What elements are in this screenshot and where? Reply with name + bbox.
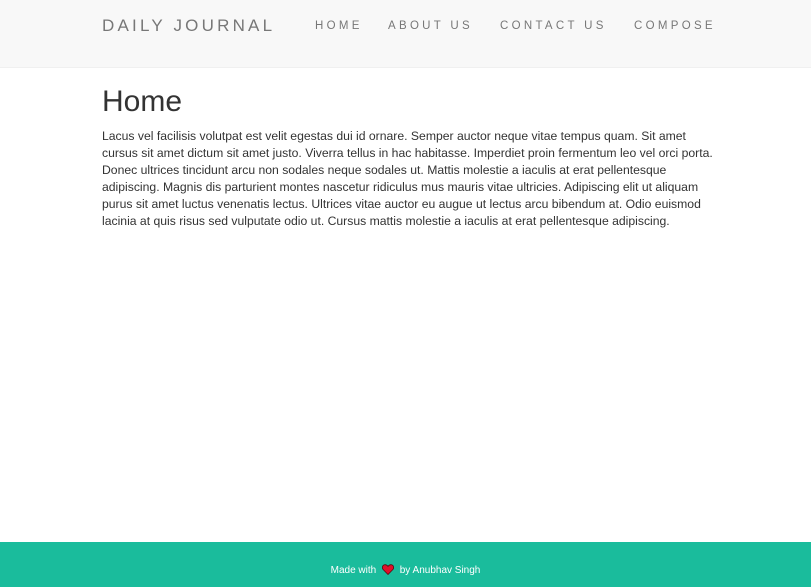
- nav-link-contact-us[interactable]: CONTACT US: [500, 19, 607, 33]
- main-content: Home Lacus vel facilisis volutpat est ve…: [102, 84, 718, 230]
- page-body-text: Lacus vel facilisis volutpat est velit e…: [102, 129, 713, 228]
- brand-logo-link[interactable]: DAILY JOURNAL: [102, 16, 275, 36]
- footer-author: by Anubhav Singh: [399, 565, 481, 576]
- nav-link-home[interactable]: HOME: [315, 19, 363, 33]
- footer-credit: Made with by Anubhav Singh: [0, 564, 811, 580]
- heart-icon: [381, 564, 394, 580]
- footer-made-with: Made with: [330, 565, 377, 576]
- page-title: Home: [102, 85, 183, 118]
- navbar: DAILY JOURNAL HOME ABOUT US CONTACT US C…: [0, 0, 811, 68]
- footer: Made with by Anubhav Singh: [0, 542, 811, 587]
- nav-link-about-us[interactable]: ABOUT US: [388, 19, 473, 33]
- nav-link-compose[interactable]: COMPOSE: [634, 19, 716, 33]
